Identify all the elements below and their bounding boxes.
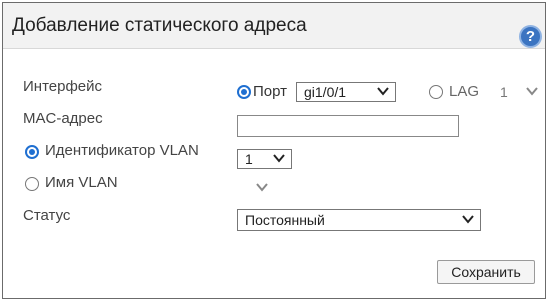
mac-input[interactable] <box>237 115 459 137</box>
chevron-down-icon <box>462 215 474 224</box>
port-radio[interactable] <box>237 85 251 99</box>
chevron-down-icon <box>526 87 538 96</box>
dialog-title: Добавление статического адреса <box>12 15 307 36</box>
vlan-name-select[interactable] <box>237 178 275 198</box>
vlan-id-select-value: 1 <box>245 151 253 167</box>
vlan-name-radio[interactable] <box>25 177 39 191</box>
chevron-down-icon <box>256 183 268 192</box>
static-address-dialog: Добавление статического адреса ? Интерфе… <box>2 2 546 299</box>
status-label: Статус <box>23 207 71 224</box>
vlan-name-label: Имя VLAN <box>45 174 118 191</box>
chevron-down-icon <box>273 154 285 163</box>
vlan-id-label: Идентификатор VLAN <box>45 142 199 159</box>
chevron-down-icon <box>377 87 389 96</box>
status-select-value: Постоянный <box>245 212 325 228</box>
help-icon[interactable]: ? <box>519 25 542 48</box>
vlan-id-select[interactable]: 1 <box>237 149 292 169</box>
lag-radio-label: LAG <box>449 83 480 100</box>
mac-label: MAC-адрес <box>23 110 103 127</box>
save-button[interactable]: Сохранить <box>437 260 535 284</box>
vlan-id-radio[interactable] <box>25 145 39 159</box>
dialog-header: Добавление статического адреса ? <box>3 3 545 49</box>
lag-select-value: 1 <box>500 84 508 100</box>
port-select[interactable]: gi1/0/1 <box>296 82 396 102</box>
port-select-value: gi1/0/1 <box>304 84 347 100</box>
lag-select[interactable]: 1 <box>492 82 545 102</box>
interface-label: Интерфейс <box>23 78 103 95</box>
status-select[interactable]: Постоянный <box>237 209 481 231</box>
port-radio-label: Порт <box>253 83 288 100</box>
lag-radio[interactable] <box>429 85 443 99</box>
